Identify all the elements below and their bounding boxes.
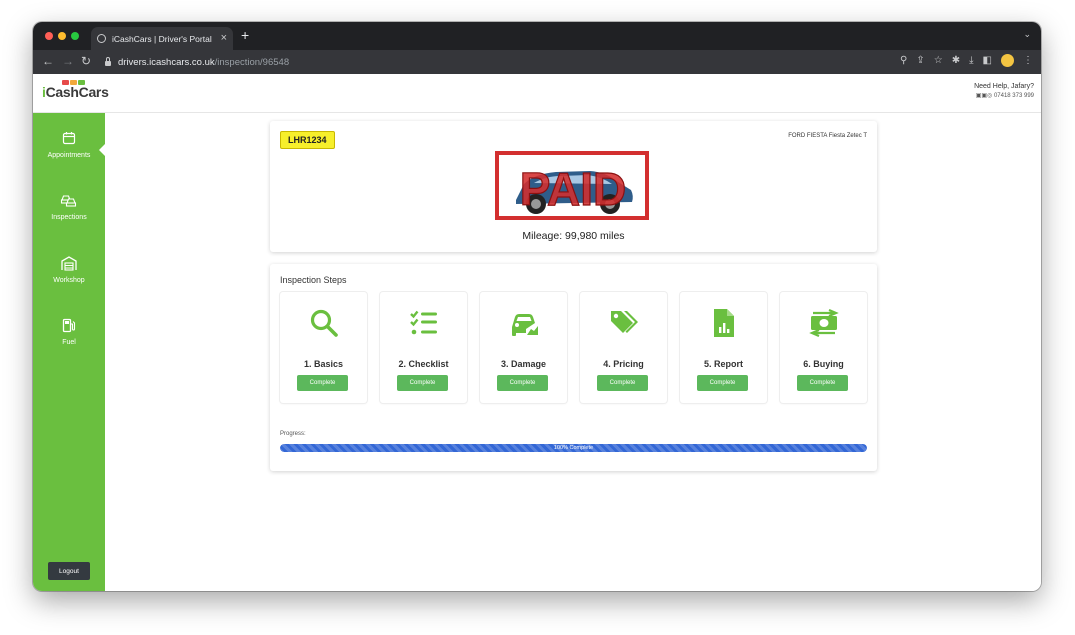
step-complete-button[interactable]: Complete — [697, 375, 748, 391]
step-complete-button[interactable]: Complete — [597, 375, 648, 391]
sidebar-item-label: Inspections — [51, 214, 87, 221]
fuel-icon — [33, 316, 105, 334]
sidebar: Appointments Inspections Workshop Fuel L… — [33, 113, 106, 591]
inspection-steps-card: Inspection Steps 1. Basics Complete 2. C… — [270, 264, 877, 471]
tab-close-icon[interactable]: × — [221, 33, 227, 44]
money-exchange-icon — [780, 306, 867, 340]
sidebar-item-appointments[interactable]: Appointments — [33, 129, 106, 159]
vehicle-card: LHR1234 FORD FIESTA Fiesta Zetec T PAID … — [270, 121, 877, 252]
checklist-icon — [380, 306, 467, 340]
report-icon — [680, 306, 767, 340]
sidebar-item-inspections[interactable]: Inspections — [33, 191, 105, 221]
help-phone[interactable]: ▣▣◎ 07418 373 999 — [974, 92, 1034, 99]
logout-button[interactable]: Logout — [48, 562, 90, 580]
step-complete-button[interactable]: Complete — [397, 375, 448, 391]
sidebar-item-label: Workshop — [53, 277, 85, 284]
contact-icons: ▣▣◎ — [975, 93, 994, 99]
calendar-icon — [33, 129, 105, 147]
step-card-report[interactable]: 5. Report Complete — [680, 292, 767, 403]
menu-dots-icon[interactable]: ⋮ — [1023, 54, 1033, 68]
minimize-window-button[interactable] — [58, 32, 66, 40]
close-window-button[interactable] — [45, 32, 53, 40]
browser-window: iCashCars | Driver's Portal × + ⌄ ← → ↻ … — [33, 22, 1041, 591]
profile-avatar[interactable] — [1001, 54, 1014, 67]
registration-plate: LHR1234 — [280, 131, 335, 149]
price-tag-icon — [580, 306, 667, 340]
url-host: drivers.icashcars.co.uk — [118, 56, 215, 68]
extensions-icon[interactable]: ✱ — [952, 54, 960, 68]
new-tab-icon[interactable]: + — [241, 28, 249, 42]
vehicle-model: FORD FIESTA Fiesta Zetec T — [788, 133, 867, 139]
help-title: Need Help, Jafary? — [974, 83, 1034, 90]
step-label: 3. Damage — [500, 359, 547, 369]
share-icon[interactable]: ⇪ — [916, 54, 924, 68]
step-card-basics[interactable]: 1. Basics Complete — [280, 292, 367, 403]
step-label: 4. Pricing — [603, 359, 644, 369]
app-header: iCashCars Need Help, Jafary? ▣▣◎ 07418 3… — [33, 74, 1041, 113]
paid-stamp: PAID — [520, 163, 627, 215]
zoom-icon[interactable]: ⚲ — [900, 54, 907, 68]
car-image: PAID — [494, 150, 652, 228]
browser-toolbar: ← → ↻ drivers.icashcars.co.uk/inspection… — [33, 50, 1041, 74]
step-complete-button[interactable]: Complete — [297, 375, 348, 391]
main-content: LHR1234 FORD FIESTA Fiesta Zetec T PAID … — [105, 113, 1041, 591]
progress-bar: 100% Complete — [280, 444, 867, 452]
forward-icon[interactable]: → — [62, 54, 74, 68]
logo-text: iCashCars — [42, 84, 109, 100]
sidebar-item-fuel[interactable]: Fuel — [33, 316, 105, 346]
lock-icon — [105, 56, 111, 66]
icashcars-logo[interactable]: iCashCars — [42, 80, 109, 100]
sidebar-item-label: Appointments — [47, 152, 91, 159]
side-panel-icon[interactable]: ◧ — [983, 54, 992, 68]
tab-search-chevron-icon[interactable]: ⌄ — [1023, 29, 1031, 40]
step-label: 2. Checklist — [398, 359, 449, 369]
step-complete-button[interactable]: Complete — [797, 375, 848, 391]
inspection-steps-title: Inspection Steps — [280, 275, 347, 285]
download-icon[interactable]: ⤓ — [969, 54, 973, 68]
bookmark-star-icon[interactable]: ☆ — [934, 54, 943, 68]
car-damage-icon — [480, 306, 567, 340]
reload-icon[interactable]: ↻ — [81, 54, 91, 68]
progress-bar-fill: 100% Complete — [280, 444, 867, 452]
step-label: 6. Buying — [803, 359, 844, 369]
step-label: 1. Basics — [303, 359, 344, 369]
step-card-pricing[interactable]: 4. Pricing Complete — [580, 292, 667, 403]
maximize-window-button[interactable] — [71, 32, 79, 40]
help-box: Need Help, Jafary? ▣▣◎ 07418 373 999 — [974, 83, 1034, 99]
help-phone-number: 07418 373 999 — [993, 93, 1034, 99]
sidebar-item-workshop[interactable]: Workshop — [33, 254, 105, 284]
step-label: 5. Report — [703, 359, 743, 369]
mileage-text: Mileage: 99,980 miles — [522, 230, 625, 242]
step-card-buying[interactable]: 6. Buying Complete — [780, 292, 867, 403]
globe-icon — [97, 34, 106, 43]
step-complete-button[interactable]: Complete — [497, 375, 548, 391]
toolbar-icons: ⚲ ⇪ ☆ ✱ ⤓ ◧ ⋮ — [900, 54, 1033, 68]
step-card-damage[interactable]: 3. Damage Complete — [480, 292, 567, 403]
step-card-checklist[interactable]: 2. Checklist Complete — [380, 292, 467, 403]
browser-tab[interactable]: iCashCars | Driver's Portal × — [91, 27, 233, 50]
tab-bar: iCashCars | Driver's Portal × + ⌄ — [33, 22, 1041, 50]
search-icon — [280, 306, 367, 340]
cars-icon — [33, 191, 105, 209]
tab-title: iCashCars | Driver's Portal — [112, 33, 212, 44]
sidebar-item-label: Fuel — [62, 339, 76, 346]
url-path: /inspection/96548 — [214, 56, 290, 68]
garage-icon — [33, 254, 105, 272]
back-icon[interactable]: ← — [42, 54, 54, 68]
progress-label: Progress: — [280, 431, 306, 437]
